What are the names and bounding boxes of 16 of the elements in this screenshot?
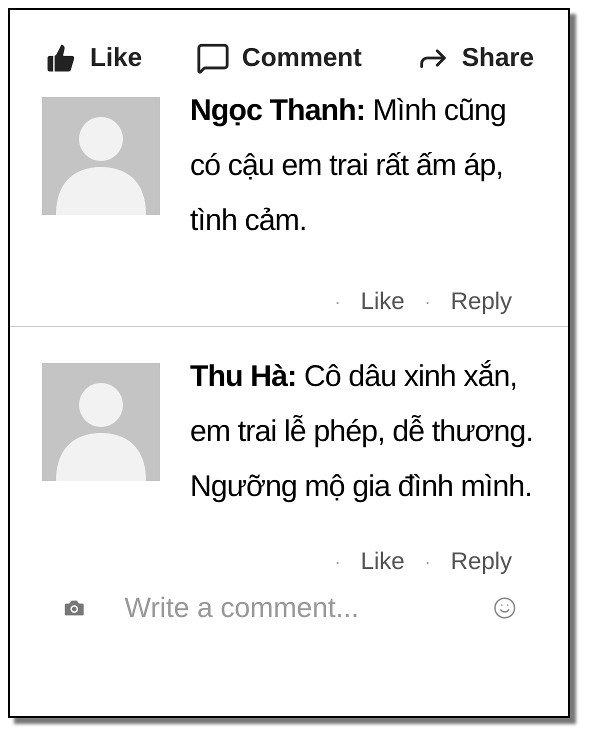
action-button[interactable]: Share — [416, 38, 534, 77]
comment-text: Ngọc Thanh: Mình cũng có cậu em trai rất ấm áp, tình cảm. — [190, 93, 507, 239]
action-button[interactable]: Like — [44, 38, 142, 77]
comment-link[interactable]: Like — [360, 544, 405, 580]
separator-dot: · — [334, 550, 341, 574]
separator-dot: · — [424, 290, 431, 314]
avatar-icon — [42, 97, 160, 215]
avatar-icon — [42, 363, 160, 481]
comment-link[interactable]: Reply — [450, 544, 512, 580]
comment-field[interactable]: Write a comment... — [124, 587, 455, 629]
comment-link[interactable]: Reply — [450, 284, 512, 320]
comment-link[interactable]: Like — [360, 284, 405, 320]
comment-text: Thu Hà: Cô dâu xinh xắn, em trai lễ phép, dễ thương. Ngưỡng mộ gia đình mình. — [190, 359, 534, 505]
separator-dot: · — [424, 550, 431, 574]
action-button[interactable]: Comment — [196, 38, 362, 77]
separator-dot: · — [334, 290, 341, 314]
